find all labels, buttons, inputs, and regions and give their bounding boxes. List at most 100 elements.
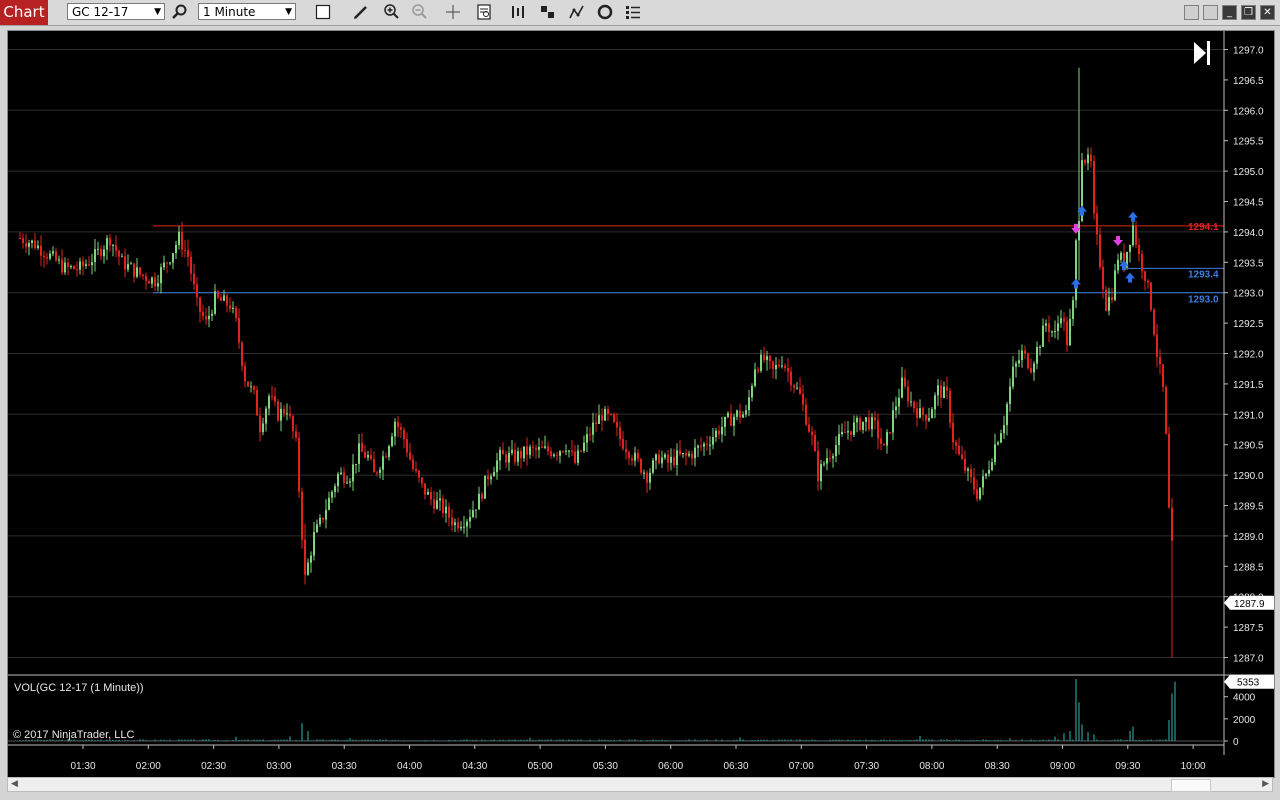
crosshair-icon[interactable] (442, 2, 464, 22)
candle-body (685, 452, 687, 456)
candle-body (1144, 271, 1146, 281)
candle-body (511, 449, 513, 453)
scroll-to-end-icon[interactable] (1194, 41, 1210, 65)
price-tick-label: 1287.0 (1233, 654, 1264, 665)
candle-body (109, 238, 111, 246)
candle-body (1012, 366, 1014, 387)
candle-body (316, 524, 318, 533)
candle-body (955, 442, 957, 446)
candle-body (88, 264, 90, 266)
chart-panel[interactable]: 1294.1 1293.4 1293.0 1297.0 1296.5 1296.0 129… (7, 30, 1275, 778)
candle-body (1054, 331, 1056, 333)
candle-body (448, 506, 450, 518)
price-level-label: 1294.1 (1188, 222, 1219, 233)
candle-body (673, 456, 675, 465)
candle-body (313, 532, 315, 556)
window-tile-button[interactable] (1184, 5, 1199, 20)
candle-body (892, 410, 894, 433)
candle-body (853, 422, 855, 435)
candle-body (886, 431, 888, 446)
candle-body (652, 460, 654, 473)
candle-body (1075, 240, 1077, 301)
candle-body (1000, 433, 1002, 443)
candle-body (880, 438, 882, 444)
candle-body (1162, 364, 1164, 388)
candle-body (904, 377, 906, 387)
candle-body (1051, 331, 1053, 333)
zoom-out-icon[interactable] (408, 2, 430, 22)
candle-body (358, 443, 360, 464)
chart-style-icon[interactable] (312, 2, 334, 22)
candle-body (115, 244, 117, 251)
candle-body (1117, 259, 1119, 271)
candle-body (394, 421, 396, 437)
candle-body (220, 297, 222, 301)
candle-body (1129, 245, 1131, 252)
chart-title-tab[interactable]: Chart (0, 0, 48, 25)
interval-selector[interactable]: 1 Minute ▼ (198, 3, 296, 20)
candle-body (553, 454, 555, 457)
candle-body (874, 417, 876, 421)
minimize-button[interactable]: _ (1222, 5, 1237, 20)
candle-body (1063, 318, 1065, 322)
chevron-down-icon: ▼ (154, 7, 161, 17)
candle-body (292, 415, 294, 432)
candle-body (124, 256, 126, 270)
scroll-right-icon[interactable]: ▶ (1262, 778, 1269, 791)
scroll-left-icon[interactable]: ◀ (11, 778, 18, 791)
pencil-icon[interactable] (350, 2, 372, 22)
bar-spacing-icon[interactable] (507, 2, 529, 22)
candle-body (538, 446, 540, 450)
candle-body (403, 429, 405, 440)
data-box-icon[interactable] (473, 2, 495, 22)
candle-body (586, 434, 588, 443)
candle-body (490, 476, 492, 480)
close-button[interactable]: ✕ (1260, 5, 1275, 20)
candle-body (277, 401, 279, 421)
horizontal-scrollbar[interactable]: ◀ ▶ (7, 777, 1273, 792)
candle-body (214, 291, 216, 314)
candle-body (118, 250, 120, 257)
price-tick-label: 1295.0 (1233, 167, 1264, 178)
window-tile-button[interactable] (1203, 5, 1218, 20)
bar-width-icon[interactable] (537, 2, 559, 22)
candle-body (988, 469, 990, 474)
time-tick-label: 08:30 (985, 761, 1010, 772)
candle-body (709, 444, 711, 446)
candle-body (340, 472, 342, 475)
candle-body (670, 456, 672, 463)
candle-body (916, 408, 918, 418)
candle-body (460, 526, 462, 529)
candle-body (607, 408, 609, 415)
maximize-button[interactable]: ❐ (1241, 5, 1256, 20)
candle-body (421, 477, 423, 484)
volume-tick-label: 2000 (1233, 715, 1256, 726)
candle-body (598, 415, 600, 424)
candle-body (787, 367, 789, 372)
candle-body (601, 415, 603, 421)
scrollbar-thumb[interactable] (1171, 779, 1211, 792)
candle-body (352, 464, 354, 482)
candle-body (466, 521, 468, 527)
candle-body (79, 261, 81, 270)
candle-body (1024, 350, 1026, 354)
candle-body (1087, 154, 1089, 164)
properties-icon[interactable] (622, 2, 644, 22)
zoom-in-icon[interactable] (380, 2, 402, 22)
candle-body (226, 295, 228, 306)
candle-body (889, 431, 891, 433)
candle-body (658, 454, 660, 464)
candle-body (1153, 309, 1155, 335)
instrument-selector[interactable]: GC 12-17 ▼ (67, 3, 165, 20)
strategies-icon[interactable] (594, 2, 616, 22)
indicators-icon[interactable] (566, 2, 588, 22)
candle-body (751, 385, 753, 398)
candle-body (31, 240, 33, 243)
candle-body (1006, 403, 1008, 426)
price-chart[interactable]: 1294.11293.41293.0 1297.01296.51296.0129… (8, 31, 1274, 777)
candle-body (736, 410, 738, 417)
candle-body (868, 417, 870, 430)
candle-body (697, 445, 699, 448)
buy-marker-icon (1125, 272, 1135, 283)
search-icon[interactable] (169, 2, 191, 22)
